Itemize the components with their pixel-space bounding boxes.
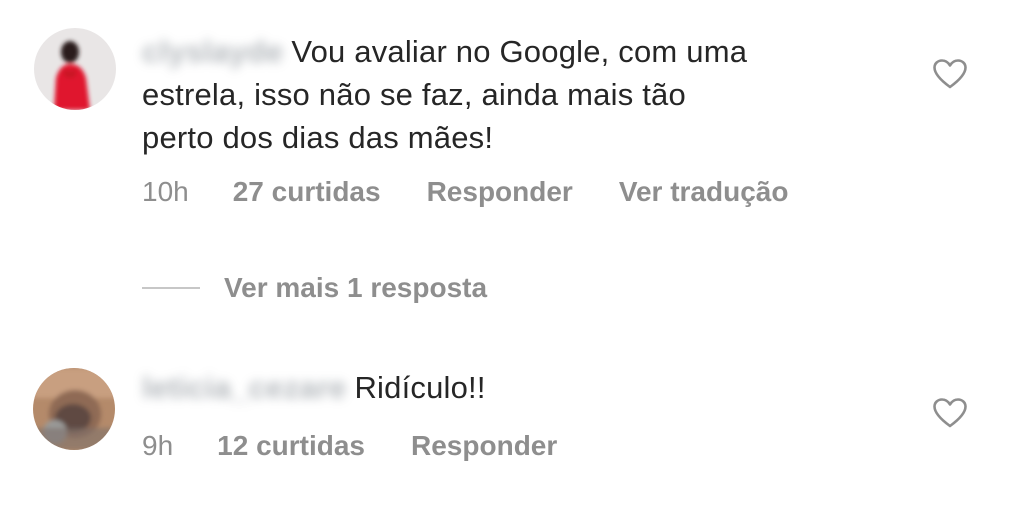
avatar[interactable] [33,368,115,450]
username[interactable]: leticia_cezare [142,366,346,409]
comment-time: 10h [142,176,189,207]
avatar[interactable] [34,28,116,110]
avatar-photo [33,368,115,450]
replies-divider [142,287,200,289]
translate-button[interactable]: Ver tradução [619,175,789,209]
comment-line: perto dos dias das mães! [142,120,494,155]
likes-count[interactable]: 12 curtidas [217,429,365,463]
reply-button[interactable]: Responder [427,175,573,209]
comment-line: Vou avaliar no Google, com uma [291,34,748,69]
comment-text: clyslayde Vou avaliar no Google, com uma … [142,30,882,159]
username[interactable]: clyslayde [142,30,283,73]
comment-body: Ridículo!! [354,370,486,405]
comment-meta: 9h 12 curtidas Responder [142,429,557,463]
avatar-photo [34,28,116,110]
view-replies-button[interactable]: Ver mais 1 resposta [142,268,487,308]
comment-time: 9h [142,430,174,461]
comment-line: estrela, isso não se faz, ainda mais tão [142,77,686,112]
likes-count[interactable]: 27 curtidas [233,175,381,209]
like-button[interactable] [933,398,967,428]
reply-button[interactable]: Responder [411,429,557,463]
heart-outline-icon [933,398,967,428]
heart-outline-icon [933,59,967,89]
comment-meta: 10h 27 curtidas Responder Ver tradução [142,175,788,209]
view-replies-label: Ver mais 1 resposta [224,272,488,303]
like-button[interactable] [933,59,967,89]
comment-text: leticia_cezare Ridículo!! [142,366,882,409]
